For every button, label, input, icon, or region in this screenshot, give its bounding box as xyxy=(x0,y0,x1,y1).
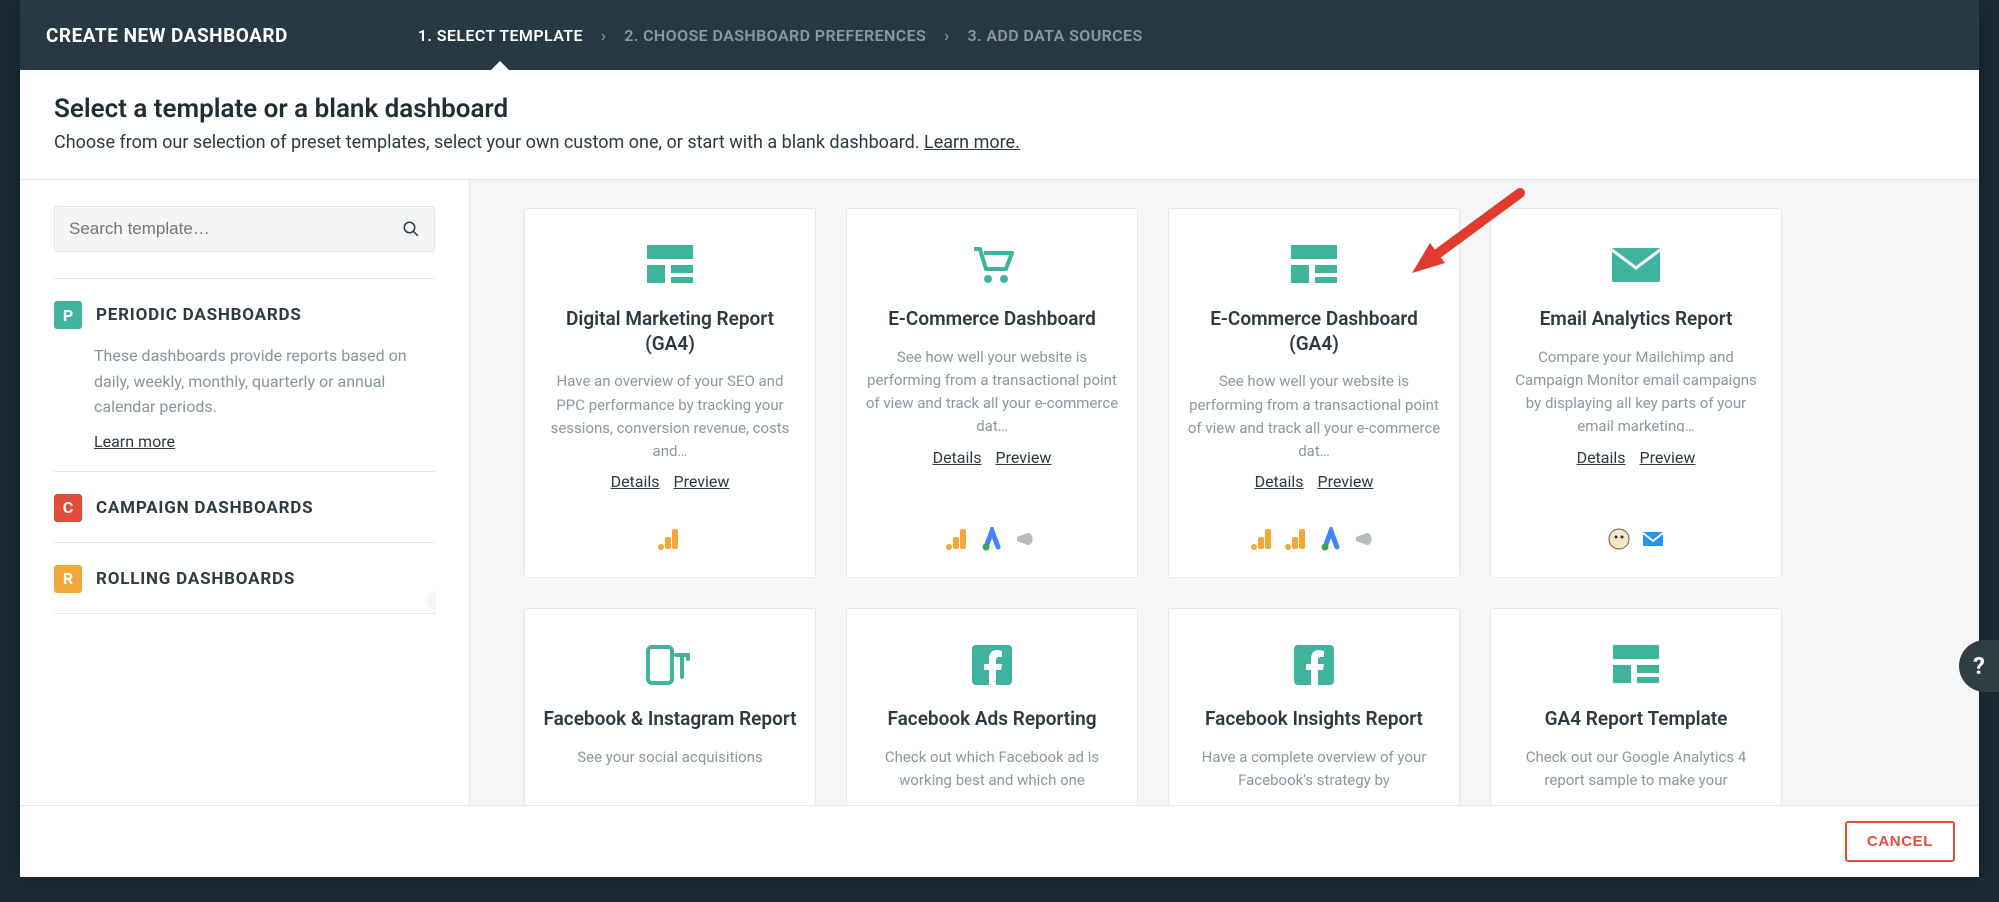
card-description: Have a complete overview of your Faceboo… xyxy=(1187,746,1441,793)
template-card[interactable]: E-Commerce Dashboard (GA4) See how well y… xyxy=(1168,208,1460,578)
card-title: E-Commerce Dashboard xyxy=(888,307,1096,332)
preview-link[interactable]: Preview xyxy=(1640,448,1696,467)
card-title: Digital Marketing Report (GA4) xyxy=(543,307,797,356)
dashboard-icon xyxy=(647,237,693,293)
template-card[interactable]: GA4 Report Template Check out our Google … xyxy=(1490,608,1782,805)
card-title: E-Commerce Dashboard (GA4) xyxy=(1187,307,1441,356)
card-links: Details Preview xyxy=(611,472,730,491)
card-title: Facebook & Instagram Report xyxy=(543,707,796,732)
source-gads-icon xyxy=(980,527,1004,551)
category-title: CAMPAIGN DASHBOARDS xyxy=(96,498,313,518)
step-3[interactable]: 3. ADD DATA SOURCES xyxy=(967,26,1142,45)
modal-footer: CANCEL xyxy=(20,805,1979,877)
details-link[interactable]: Details xyxy=(1577,448,1626,467)
template-card[interactable]: Facebook & Instagram Report See your soci… xyxy=(524,608,816,805)
source-ga-icon xyxy=(1251,527,1275,551)
search-icon xyxy=(402,220,420,238)
source-gads-icon xyxy=(1319,527,1343,551)
card-description: See your social acquisitions xyxy=(577,746,762,769)
card-sources xyxy=(658,523,682,555)
badge-periodic: P xyxy=(54,301,82,329)
cart-icon xyxy=(970,237,1014,293)
category-title: PERIODIC DASHBOARDS xyxy=(96,305,302,325)
search-input[interactable] xyxy=(69,219,402,239)
page-subheading: Choose from our selection of preset temp… xyxy=(54,132,1945,153)
template-card[interactable]: E-Commerce Dashboard See how well your we… xyxy=(846,208,1138,578)
selection-indicator xyxy=(424,589,436,613)
category-rolling[interactable]: R ROLLING DASHBOARDS xyxy=(54,542,435,614)
subheading-text: Choose from our selection of preset temp… xyxy=(54,132,924,153)
card-sources xyxy=(946,523,1038,555)
source-bull-icon xyxy=(1014,527,1038,551)
template-sidebar: P PERIODIC DASHBOARDS These dashboards p… xyxy=(20,180,470,805)
card-title: Facebook Insights Report xyxy=(1205,707,1423,732)
modal-title: CREATE NEW DASHBOARD xyxy=(46,24,288,47)
card-description: Have an overview of your SEO and PPC per… xyxy=(543,370,797,456)
card-title: Email Analytics Report xyxy=(1540,307,1733,332)
step-1[interactable]: 1. SELECT TEMPLATE xyxy=(418,26,583,45)
category-periodic[interactable]: P PERIODIC DASHBOARDS These dashboards p… xyxy=(54,278,435,471)
source-ga-icon xyxy=(946,527,970,551)
dashboard-icon xyxy=(1291,237,1337,293)
card-description: Check out our Google Analytics 4 report … xyxy=(1509,746,1763,793)
category-campaign[interactable]: C CAMPAIGN DASHBOARDS xyxy=(54,471,435,542)
details-link[interactable]: Details xyxy=(611,472,660,491)
fb-icon xyxy=(1294,637,1334,693)
card-description: See how well your website is performing … xyxy=(1187,370,1441,456)
step-2[interactable]: 2. CHOOSE DASHBOARD PREFERENCES xyxy=(624,26,926,45)
learn-more-link[interactable]: Learn more. xyxy=(924,132,1020,153)
template-card[interactable]: Facebook Ads Reporting Check out which Fa… xyxy=(846,608,1138,805)
page-heading: Select a template or a blank dashboard xyxy=(54,94,1945,124)
template-card[interactable]: Facebook Insights Report Have a complete … xyxy=(1168,608,1460,805)
card-links: Details Preview xyxy=(1255,472,1374,491)
card-description: Check out which Facebook ad is working b… xyxy=(865,746,1119,793)
dashboard-icon xyxy=(1613,637,1659,693)
card-title: GA4 Report Template xyxy=(1545,707,1728,732)
category-description: These dashboards provide reports based o… xyxy=(54,329,435,428)
badge-campaign: C xyxy=(54,494,82,522)
preview-link[interactable]: Preview xyxy=(1318,472,1374,491)
category-learn-more-link[interactable]: Learn more xyxy=(54,432,175,451)
details-link[interactable]: Details xyxy=(933,448,982,467)
template-card[interactable]: Digital Marketing Report (GA4) Have an ov… xyxy=(524,208,816,578)
fb-icon xyxy=(972,637,1012,693)
create-dashboard-modal: CREATE NEW DASHBOARD 1. SELECT TEMPLATE … xyxy=(20,0,1979,877)
search-box[interactable] xyxy=(54,206,435,252)
cf-icon xyxy=(646,637,694,693)
template-card[interactable]: Email Analytics Report Compare your Mailc… xyxy=(1490,208,1782,578)
preview-link[interactable]: Preview xyxy=(674,472,730,491)
wizard-steps: 1. SELECT TEMPLATE › 2. CHOOSE DASHBOARD… xyxy=(418,26,1143,45)
header-section: Select a template or a blank dashboard C… xyxy=(20,70,1979,180)
chevron-right-icon: › xyxy=(601,26,606,45)
card-links: Details Preview xyxy=(933,448,1052,467)
source-mc-icon xyxy=(1607,527,1631,551)
cancel-button[interactable]: CANCEL xyxy=(1845,821,1955,862)
details-link[interactable]: Details xyxy=(1255,472,1304,491)
template-grid-area[interactable]: Digital Marketing Report (GA4) Have an ov… xyxy=(470,180,1979,805)
card-sources xyxy=(1251,523,1377,555)
card-description: Compare your Mailchimp and Campaign Moni… xyxy=(1509,346,1763,432)
card-description: See how well your website is performing … xyxy=(865,346,1119,432)
source-bull-icon xyxy=(1353,527,1377,551)
topbar: CREATE NEW DASHBOARD 1. SELECT TEMPLATE … xyxy=(20,0,1979,70)
chevron-right-icon: › xyxy=(944,26,949,45)
category-title: ROLLING DASHBOARDS xyxy=(96,569,295,589)
card-links: Details Preview xyxy=(1577,448,1696,467)
source-cm-icon xyxy=(1641,527,1665,551)
source-ga-icon xyxy=(1285,527,1309,551)
card-title: Facebook Ads Reporting xyxy=(887,707,1096,732)
card-sources xyxy=(1607,523,1665,555)
preview-link[interactable]: Preview xyxy=(996,448,1052,467)
mail-icon xyxy=(1612,237,1660,293)
badge-rolling: R xyxy=(54,565,82,593)
source-ga-icon xyxy=(658,527,682,551)
modal-body: P PERIODIC DASHBOARDS These dashboards p… xyxy=(20,180,1979,805)
